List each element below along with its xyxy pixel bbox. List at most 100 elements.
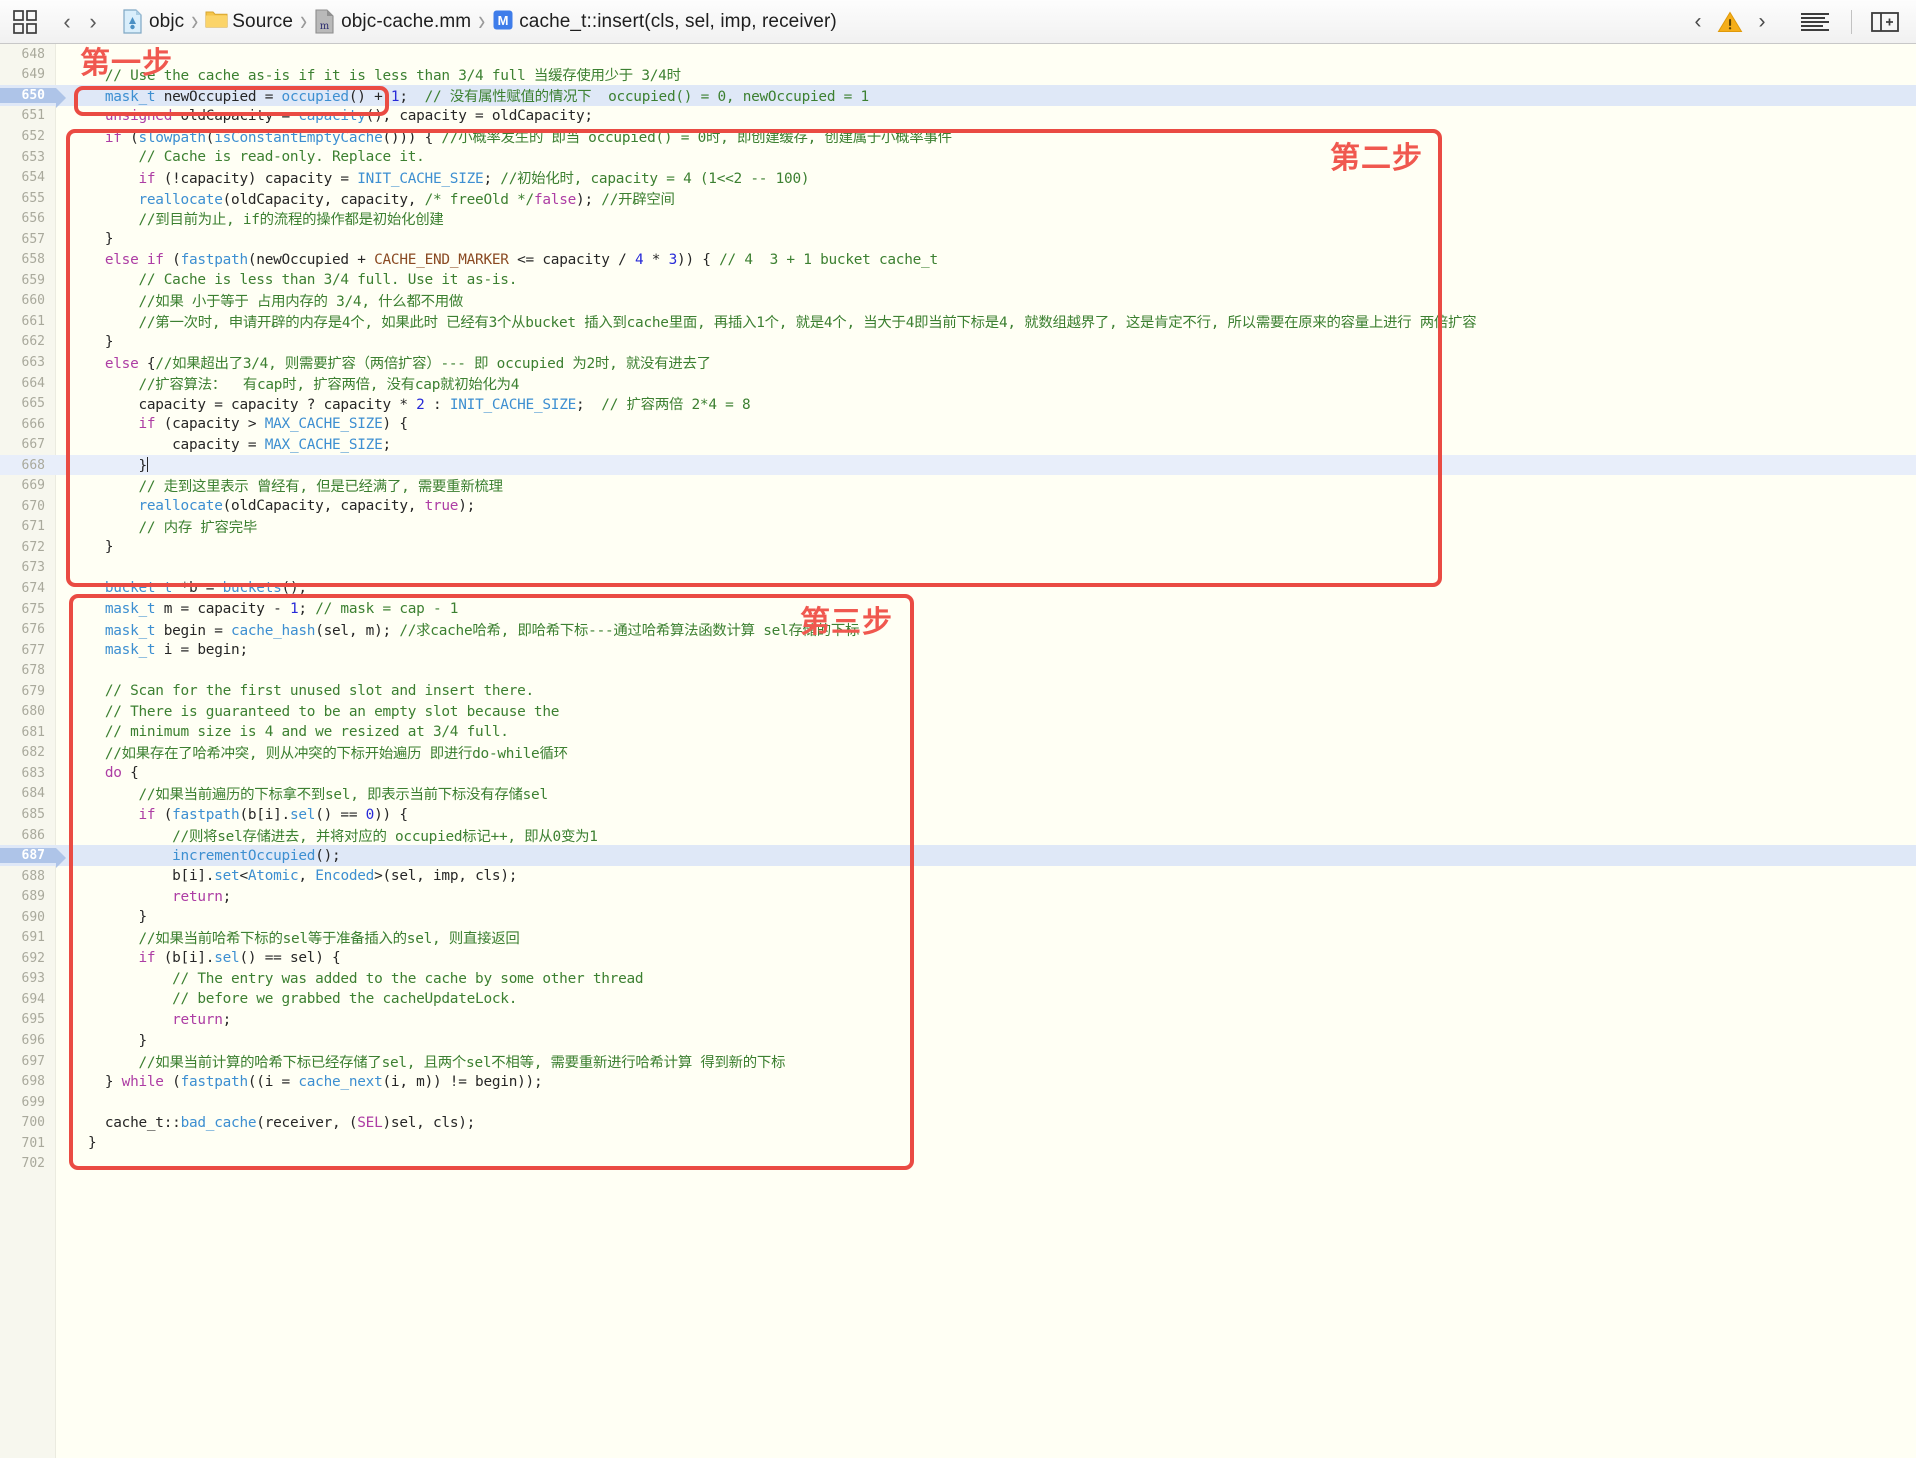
- line-number[interactable]: 664: [0, 376, 56, 391]
- code-line[interactable]: 663 else {//如果超出了3/4, 则需要扩容（两倍扩容）--- 即 o…: [0, 352, 1916, 373]
- code-line[interactable]: 698 } while (fastpath((i = cache_next(i,…: [0, 1071, 1916, 1092]
- line-number[interactable]: 702: [0, 1156, 56, 1171]
- line-number[interactable]: 692: [0, 951, 56, 966]
- code-text[interactable]: }: [56, 909, 1916, 925]
- code-text[interactable]: else {//如果超出了3/4, 则需要扩容（两倍扩容）--- 即 occup…: [56, 352, 1916, 373]
- code-text[interactable]: capacity = capacity ? capacity * 2 : INI…: [56, 393, 1916, 414]
- code-text[interactable]: // before we grabbed the cacheUpdateLock…: [56, 991, 1916, 1007]
- right-panel-toggle-icon[interactable]: [1870, 10, 1900, 34]
- code-text[interactable]: return;: [56, 1012, 1916, 1028]
- breadcrumb-item-file[interactable]: m objc-cache.mm: [314, 9, 471, 34]
- code-text[interactable]: do {: [56, 765, 1916, 781]
- code-editor[interactable]: 648 649 // Use the cache as-is if it is l…: [0, 44, 1916, 1458]
- code-line[interactable]: 653 // Cache is read-only. Replace it.: [0, 147, 1916, 168]
- line-number[interactable]: 686: [0, 828, 56, 843]
- code-text[interactable]: if (slowpath(isConstantEmptyCache())) { …: [56, 126, 1916, 147]
- code-line[interactable]: 677 mask_t i = begin;: [0, 640, 1916, 661]
- code-text[interactable]: }: [56, 539, 1916, 555]
- code-text[interactable]: return;: [56, 889, 1916, 905]
- code-line[interactable]: 660 //如果 小于等于 占用内存的 3/4, 什么都不用做: [0, 291, 1916, 312]
- line-number[interactable]: 668: [0, 458, 56, 473]
- code-text[interactable]: if (!capacity) capacity = INIT_CACHE_SIZ…: [56, 167, 1916, 188]
- code-text[interactable]: // The entry was added to the cache by s…: [56, 971, 1916, 987]
- code-text[interactable]: }: [56, 456, 1916, 474]
- line-number[interactable]: 666: [0, 417, 56, 432]
- line-number[interactable]: 701: [0, 1136, 56, 1151]
- code-text[interactable]: unsigned oldCapacity = capacity(), capac…: [56, 108, 1916, 124]
- code-text[interactable]: mask_t newOccupied = occupied() + 1; // …: [56, 85, 1916, 106]
- code-text[interactable]: // Scan for the first unused slot and in…: [56, 683, 1916, 699]
- next-issue-button[interactable]: ›: [1749, 10, 1775, 34]
- line-number[interactable]: 670: [0, 499, 56, 514]
- code-line[interactable]: 652 if (slowpath(isConstantEmptyCache())…: [0, 126, 1916, 147]
- code-line[interactable]: 680 // There is guaranteed to be an empt…: [0, 702, 1916, 723]
- line-number[interactable]: 653: [0, 150, 56, 165]
- line-number[interactable]: 698: [0, 1074, 56, 1089]
- code-text[interactable]: //如果存在了哈希冲突, 则从冲突的下标开始遍历 即进行do-while循环: [56, 742, 1916, 763]
- line-number[interactable]: 650: [0, 87, 66, 108]
- line-number[interactable]: 687: [0, 848, 66, 869]
- line-number[interactable]: 672: [0, 540, 56, 555]
- line-number[interactable]: 685: [0, 807, 56, 822]
- navigate-forward-button[interactable]: ›: [80, 9, 106, 35]
- code-text[interactable]: //如果当前计算的哈希下标已经存储了sel, 且两个sel不相等, 需要重新进行…: [56, 1051, 1916, 1072]
- line-number[interactable]: 697: [0, 1054, 56, 1069]
- code-text[interactable]: }: [56, 334, 1916, 350]
- code-line[interactable]: 667 capacity = MAX_CACHE_SIZE;: [0, 434, 1916, 455]
- code-line[interactable]: 664 //扩容算法： 有cap时, 扩容两倍, 没有cap就初始化为4: [0, 373, 1916, 394]
- line-number[interactable]: 655: [0, 191, 56, 206]
- code-text[interactable]: // minimum size is 4 and we resized at 3…: [56, 724, 1916, 740]
- code-line[interactable]: 701}: [0, 1133, 1916, 1154]
- code-text[interactable]: mask_t begin = cache_hash(sel, m); //求ca…: [56, 619, 1916, 640]
- code-line[interactable]: 674 bucket_t *b = buckets();: [0, 578, 1916, 599]
- line-number[interactable]: 658: [0, 252, 56, 267]
- line-number[interactable]: 690: [0, 910, 56, 925]
- line-number[interactable]: 680: [0, 704, 56, 719]
- code-line[interactable]: 678: [0, 660, 1916, 681]
- code-text[interactable]: mask_t i = begin;: [56, 642, 1916, 658]
- line-number[interactable]: 662: [0, 334, 56, 349]
- code-line[interactable]: 651 unsigned oldCapacity = capacity(), c…: [0, 106, 1916, 127]
- code-text[interactable]: capacity = MAX_CACHE_SIZE;: [56, 437, 1916, 453]
- code-text[interactable]: if (b[i].sel() == sel) {: [56, 950, 1916, 966]
- line-number[interactable]: 681: [0, 725, 56, 740]
- grid-icon[interactable]: [12, 9, 38, 35]
- code-line[interactable]: 659 // Cache is less than 3/4 full. Use …: [0, 270, 1916, 291]
- code-line[interactable]: 672 }: [0, 537, 1916, 558]
- code-line[interactable]: 665 capacity = capacity ? capacity * 2 :…: [0, 393, 1916, 414]
- line-number[interactable]: 696: [0, 1033, 56, 1048]
- code-line[interactable]: 648: [0, 44, 1916, 65]
- line-number[interactable]: 675: [0, 602, 56, 617]
- code-text[interactable]: // Use the cache as-is if it is less tha…: [56, 64, 1916, 85]
- code-line[interactable]: 655 reallocate(oldCapacity, capacity, /*…: [0, 188, 1916, 209]
- code-line[interactable]: 702: [0, 1154, 1916, 1175]
- code-content[interactable]: 648 649 // Use the cache as-is if it is l…: [0, 44, 1916, 1458]
- line-number[interactable]: 663: [0, 355, 56, 370]
- code-text[interactable]: reallocate(oldCapacity, capacity, true);: [56, 498, 1916, 514]
- code-text[interactable]: //扩容算法： 有cap时, 扩容两倍, 没有cap就初始化为4: [56, 373, 1916, 394]
- code-line[interactable]: 656 //到目前为止, if的流程的操作都是初始化创建: [0, 208, 1916, 229]
- code-line[interactable]: 687 incrementOccupied();: [0, 845, 1916, 869]
- code-line[interactable]: 676 mask_t begin = cache_hash(sel, m); /…: [0, 619, 1916, 640]
- code-text[interactable]: } while (fastpath((i = cache_next(i, m))…: [56, 1074, 1916, 1090]
- line-number[interactable]: 674: [0, 581, 56, 596]
- code-text[interactable]: }: [56, 231, 1916, 247]
- line-number[interactable]: 679: [0, 684, 56, 699]
- line-number[interactable]: 677: [0, 643, 56, 658]
- code-line[interactable]: 679 // Scan for the first unused slot an…: [0, 681, 1916, 702]
- code-text[interactable]: //如果当前哈希下标的sel等于准备插入的sel, 则直接返回: [56, 927, 1916, 948]
- code-line[interactable]: 685 if (fastpath(b[i].sel() == 0)) {: [0, 804, 1916, 825]
- code-line[interactable]: 684 //如果当前遍历的下标拿不到sel, 即表示当前下标没有存储sel: [0, 784, 1916, 805]
- line-number[interactable]: 688: [0, 869, 56, 884]
- code-text[interactable]: //则将sel存储进去, 并将对应的 occupied标记++, 即从0变为1: [56, 825, 1916, 846]
- code-line[interactable]: 671 // 内存 扩容完毕: [0, 517, 1916, 538]
- line-number[interactable]: 689: [0, 889, 56, 904]
- line-number[interactable]: 693: [0, 971, 56, 986]
- code-line[interactable]: 694 // before we grabbed the cacheUpdate…: [0, 989, 1916, 1010]
- code-line[interactable]: 683 do {: [0, 763, 1916, 784]
- code-text[interactable]: }: [56, 1135, 1916, 1151]
- line-number[interactable]: 667: [0, 437, 56, 452]
- breadcrumb-item-project[interactable]: objc: [122, 9, 184, 34]
- code-line[interactable]: 650 mask_t newOccupied = occupied() + 1;…: [0, 85, 1916, 108]
- line-number[interactable]: 652: [0, 129, 56, 144]
